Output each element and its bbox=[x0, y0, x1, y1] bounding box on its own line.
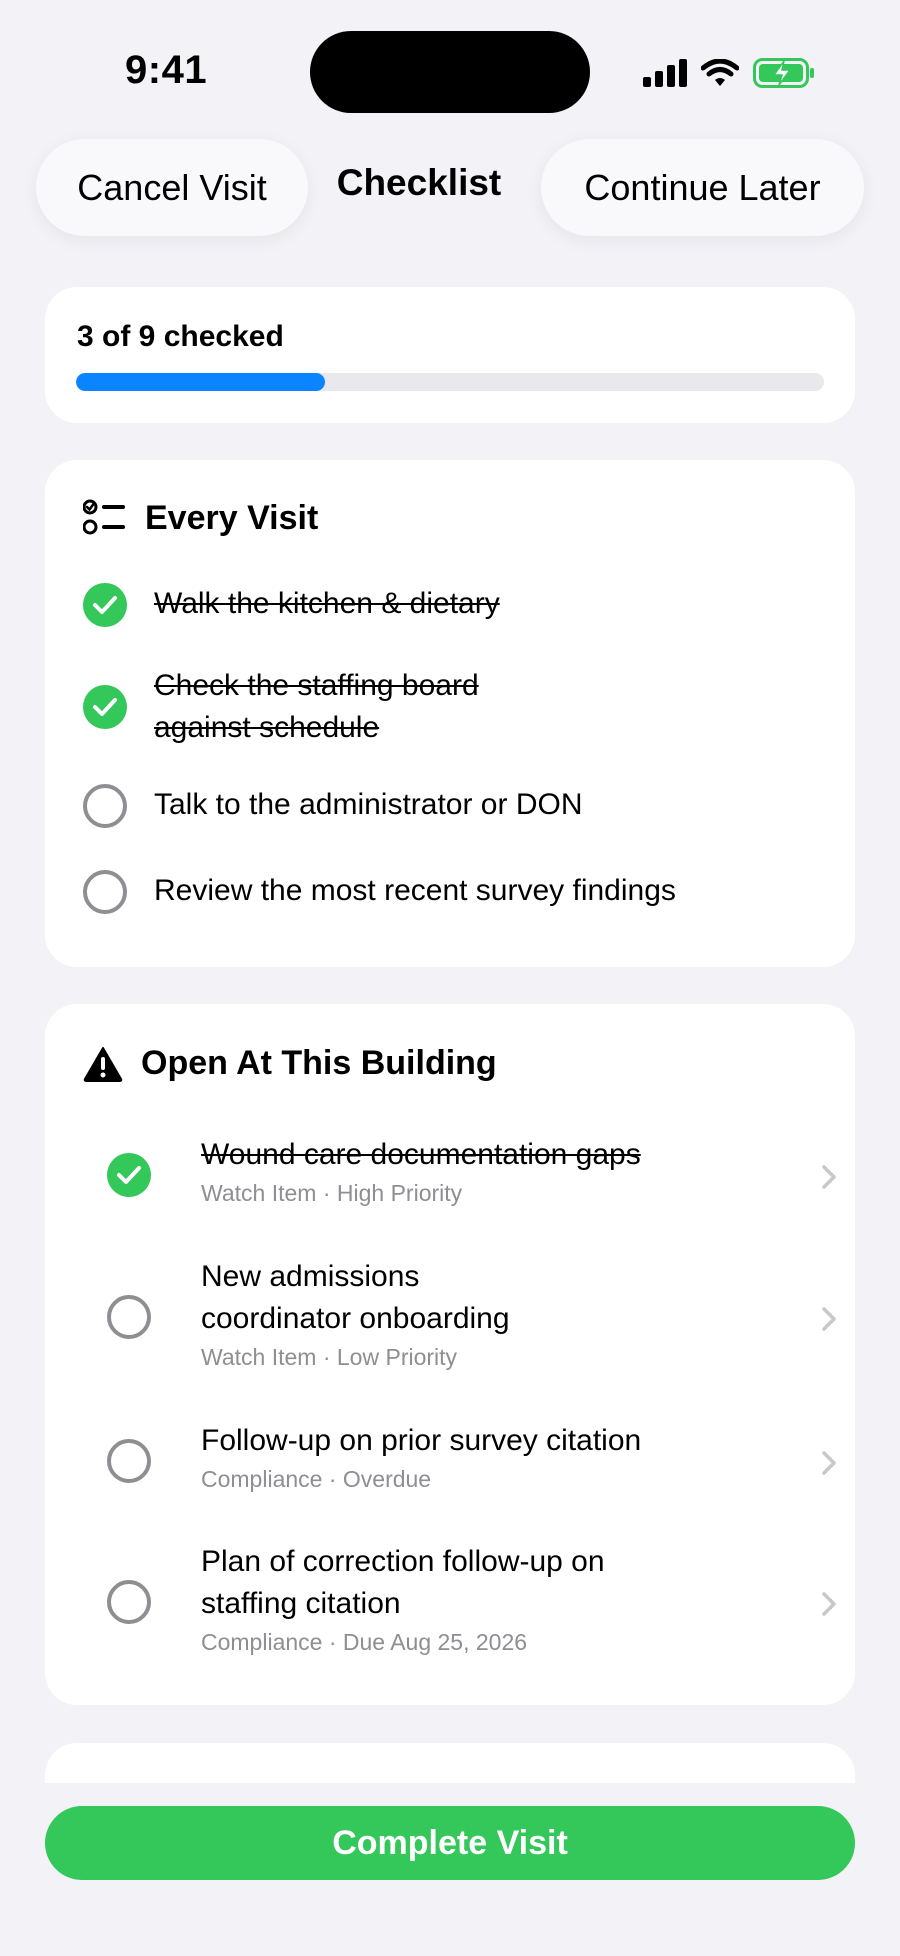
checkbox-unchecked[interactable] bbox=[107, 1295, 151, 1339]
checklist-item[interactable]: Walk the kitchen & dietary bbox=[83, 583, 500, 627]
open-item-subtitle: Watch Item · Low Priority bbox=[201, 1344, 458, 1370]
continue-later-button[interactable]: Continue Later bbox=[541, 139, 864, 236]
status-icons bbox=[643, 55, 815, 91]
open-item-title: Follow-up on prior survey citation bbox=[201, 1424, 642, 1457]
checklist-item-label: Walk the kitchen & dietary bbox=[154, 587, 500, 620]
checkbox-unchecked[interactable] bbox=[107, 1439, 151, 1483]
open-item-text: Follow-up on prior survey citation Compl… bbox=[201, 1420, 641, 1494]
status-time: 9:41 bbox=[125, 48, 208, 92]
checkbox-unchecked[interactable] bbox=[107, 1580, 151, 1624]
open-item-row[interactable]: Plan of correction follow-up on staffing… bbox=[107, 1541, 837, 1665]
open-item-row[interactable]: Follow-up on prior survey citation Compl… bbox=[107, 1420, 837, 1504]
warning-icon bbox=[83, 1046, 123, 1082]
checklist-item-label-line1: Check the staffing board bbox=[154, 669, 479, 702]
every-visit-header: Every Visit bbox=[83, 498, 318, 538]
checkmark-icon bbox=[93, 698, 117, 716]
chevron-right-icon bbox=[822, 1307, 836, 1331]
status-bar: 9:41 bbox=[0, 0, 900, 120]
chevron-right-icon bbox=[822, 1165, 836, 1189]
chevron-right-icon bbox=[822, 1592, 836, 1616]
open-items-title: Open At This Building bbox=[141, 1044, 497, 1082]
open-item-text: New admissions coordinator onboarding Wa… bbox=[201, 1256, 510, 1372]
open-items-header: Open At This Building bbox=[83, 1044, 497, 1083]
battery-charging-icon bbox=[753, 58, 814, 88]
checklist-item[interactable]: Check the staffing board against schedul… bbox=[83, 665, 479, 749]
checkbox-checked[interactable] bbox=[83, 583, 127, 627]
checkbox-checked[interactable] bbox=[107, 1153, 151, 1197]
checklist-item[interactable]: Talk to the administrator or DON bbox=[83, 784, 582, 828]
page-title: Checklist bbox=[336, 162, 502, 203]
open-item-title-line1: Plan of correction follow-up on bbox=[201, 1545, 605, 1578]
dynamic-island bbox=[310, 31, 590, 113]
progress-bar-fill bbox=[76, 373, 326, 391]
checkbox-unchecked[interactable] bbox=[83, 784, 127, 828]
open-item-title-line2: staffing citation bbox=[201, 1587, 401, 1620]
cancel-visit-button[interactable]: Cancel Visit bbox=[36, 139, 308, 236]
progress-label: 3 of 9 checked bbox=[77, 320, 284, 353]
checklist-item-label: Check the staffing board against schedul… bbox=[154, 665, 479, 749]
complete-visit-button[interactable]: Complete Visit bbox=[45, 1806, 855, 1880]
every-visit-title: Every Visit bbox=[145, 498, 319, 537]
open-item-subtitle: Compliance · Due Aug 25, 2026 bbox=[201, 1629, 528, 1655]
open-item-row[interactable]: New admissions coordinator onboarding Wa… bbox=[107, 1256, 837, 1380]
chevron-right-icon bbox=[822, 1451, 836, 1475]
progress-card: 3 of 9 checked bbox=[45, 287, 855, 423]
wifi-icon bbox=[701, 59, 739, 86]
checklist-icon bbox=[83, 499, 125, 535]
checklist-item-label-line2: against schedule bbox=[154, 711, 380, 744]
checkmark-icon bbox=[117, 1166, 141, 1184]
checkbox-checked[interactable] bbox=[83, 685, 127, 729]
open-items-section: Open At This Building Wound care documen… bbox=[45, 1004, 855, 1705]
checkmark-icon bbox=[93, 596, 117, 614]
open-item-subtitle: Watch Item · High Priority bbox=[201, 1180, 463, 1206]
open-item-text: Plan of correction follow-up on staffing… bbox=[201, 1541, 605, 1657]
checklist-item-label: Review the most recent survey findings bbox=[154, 874, 676, 907]
open-item-row[interactable]: Wound care documentation gaps Watch Item… bbox=[107, 1134, 837, 1218]
checklist-item-label: Talk to the administrator or DON bbox=[154, 788, 583, 821]
checkbox-unchecked[interactable] bbox=[83, 870, 127, 914]
open-item-title-line1: New admissions bbox=[201, 1260, 420, 1293]
open-item-title-line2: coordinator onboarding bbox=[201, 1302, 510, 1335]
cellular-signal-icon bbox=[643, 59, 687, 87]
checklist-item[interactable]: Review the most recent survey findings bbox=[83, 870, 676, 914]
open-item-subtitle: Compliance · Overdue bbox=[201, 1466, 432, 1492]
every-visit-section: Every Visit Walk the kitchen & dietary C… bbox=[45, 460, 855, 967]
progress-bar bbox=[76, 373, 824, 391]
open-item-text: Wound care documentation gaps Watch Item… bbox=[201, 1134, 641, 1208]
open-item-title: Wound care documentation gaps bbox=[201, 1138, 641, 1171]
